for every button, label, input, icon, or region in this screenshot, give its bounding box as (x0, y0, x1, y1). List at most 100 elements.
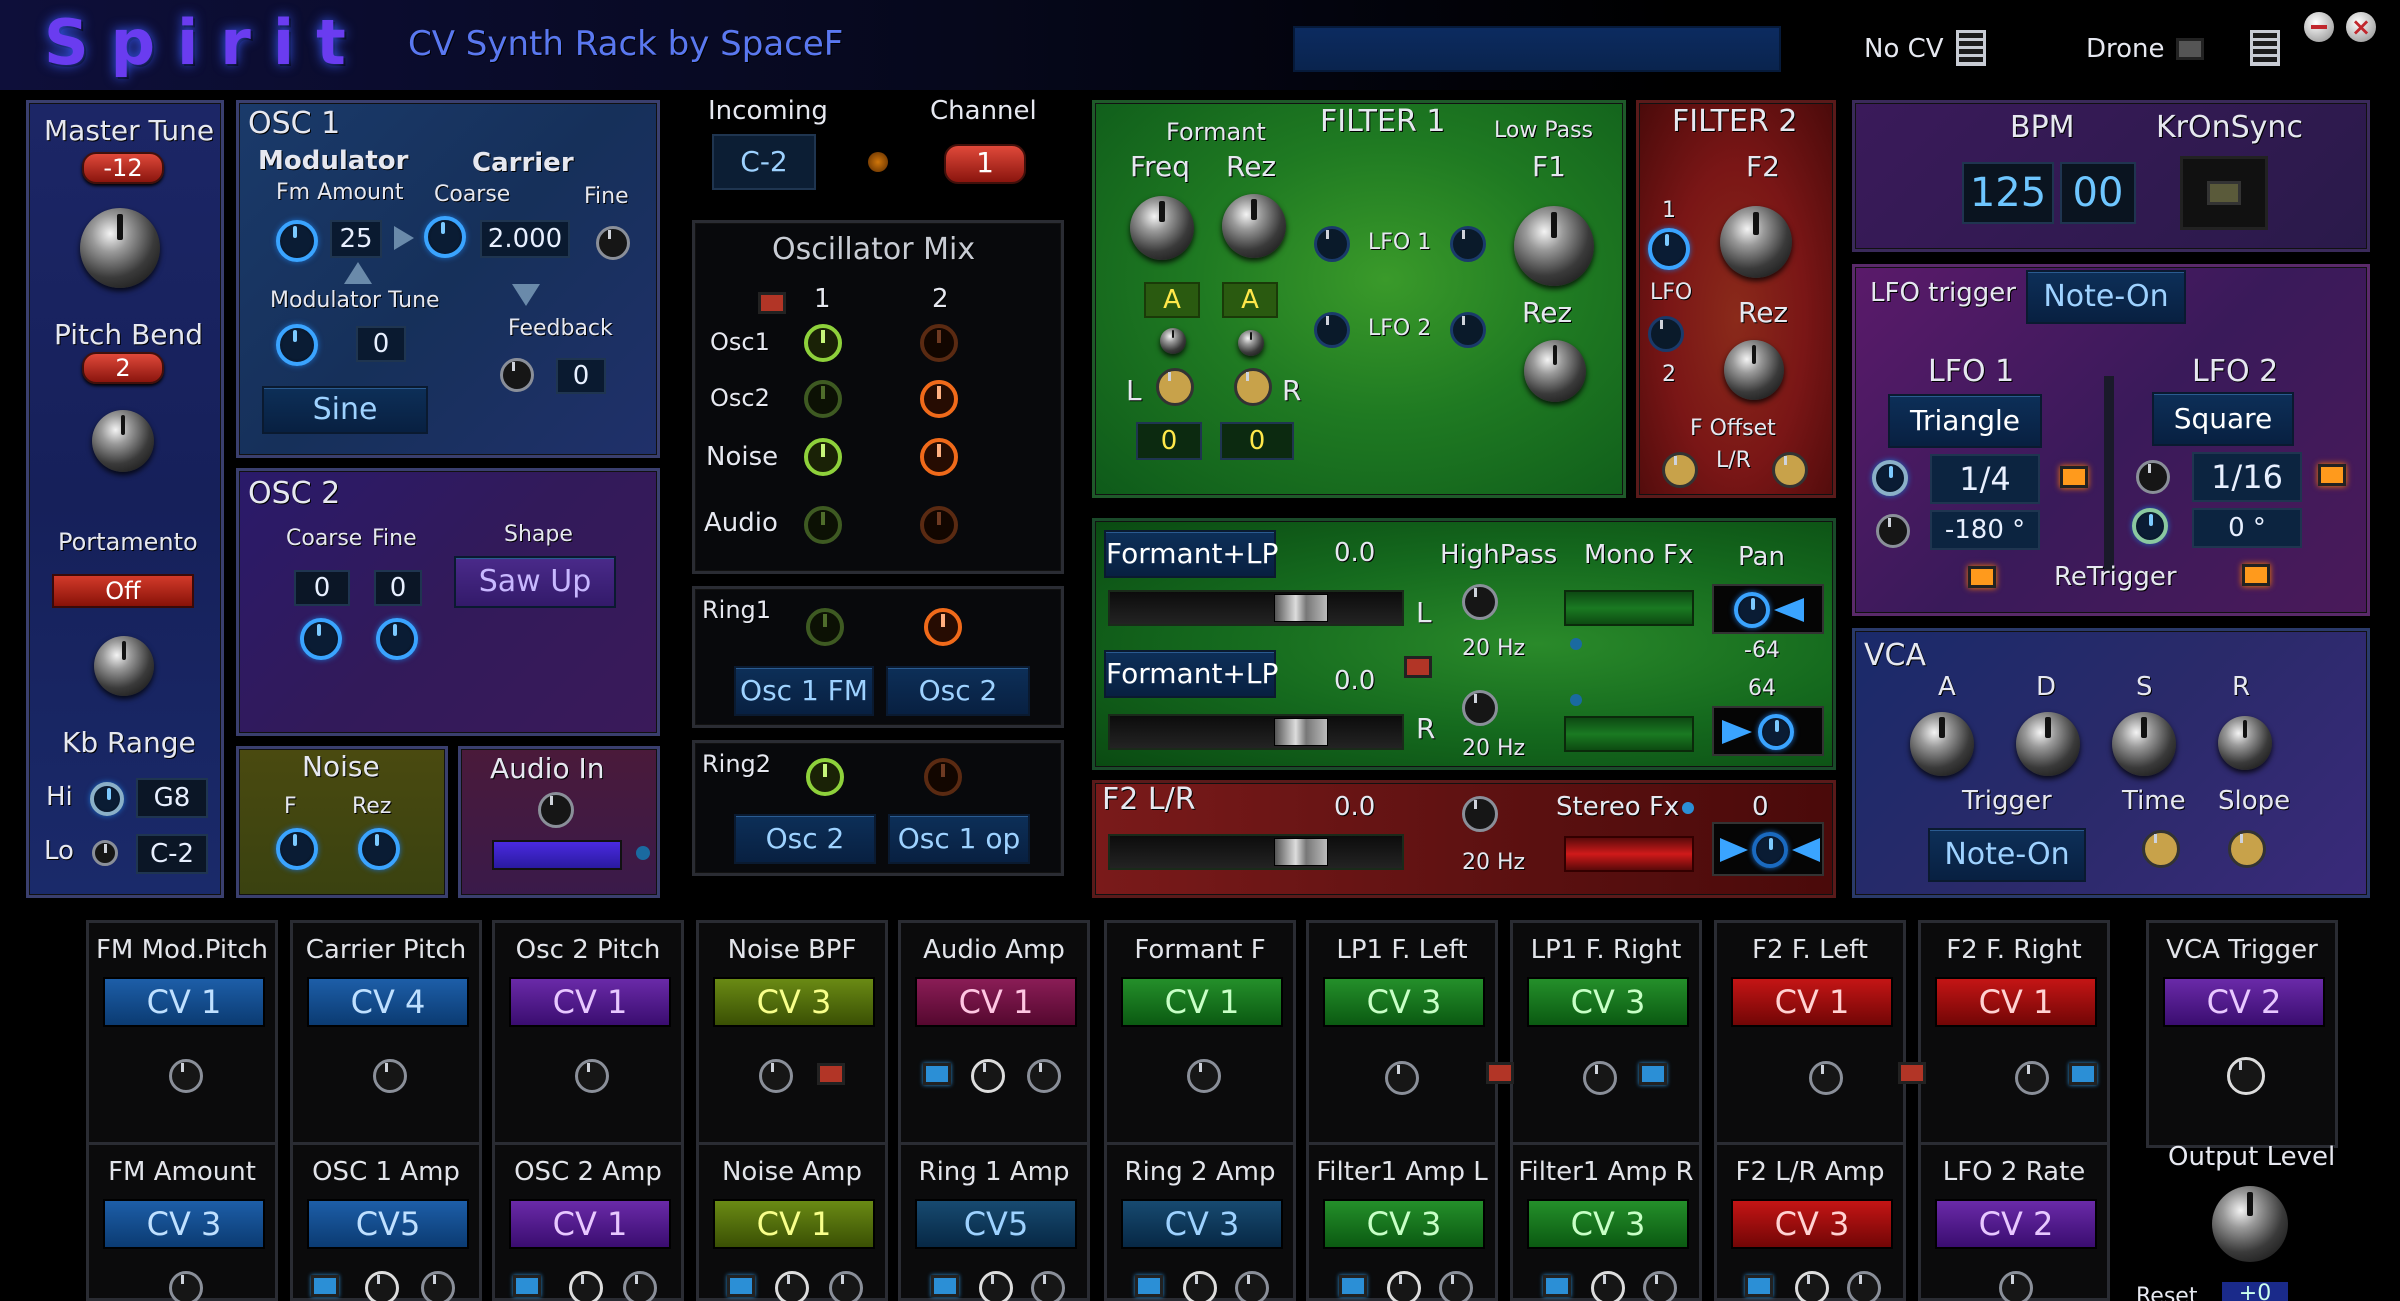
vca-time-knob[interactable] (2142, 830, 2180, 868)
drone-toggle[interactable] (2176, 38, 2204, 60)
cv-offset-knob[interactable] (1235, 1271, 1269, 1301)
audio-mix1-knob[interactable] (804, 506, 842, 544)
lfo2-retrigger-led[interactable] (2242, 564, 2270, 586)
cv-offset-knob[interactable] (829, 1271, 863, 1301)
portamento-knob[interactable] (94, 636, 154, 696)
osc1-mix1-knob[interactable] (804, 324, 842, 362)
cv-select-button[interactable]: CV5 (915, 1199, 1077, 1249)
kb-hi-knob[interactable] (90, 782, 124, 816)
cv-select-button[interactable]: CV 1 (1121, 977, 1283, 1027)
f2-offset-l-knob[interactable] (1662, 452, 1698, 488)
cv-offset-knob[interactable] (1643, 1271, 1677, 1301)
mix-row2-thumb[interactable] (1274, 718, 1328, 746)
cv-offset-knob[interactable] (1439, 1271, 1473, 1301)
cv-amount-knob[interactable] (775, 1271, 809, 1301)
cv-amount-knob[interactable] (169, 1271, 203, 1301)
osc2-shape-button[interactable]: Saw Up (454, 556, 616, 608)
lfo1-sync-led[interactable] (2060, 466, 2088, 488)
cv-toggle[interactable] (513, 1275, 541, 1297)
lfo1-retrigger-led[interactable] (1968, 566, 1996, 588)
cv-amount-knob[interactable] (1387, 1271, 1421, 1301)
hp2-knob[interactable] (1462, 690, 1498, 726)
kb-hi-value[interactable]: G8 (136, 778, 208, 818)
mix-row3-slider[interactable] (1108, 834, 1404, 870)
f2-lfo1-knob[interactable] (1648, 228, 1690, 270)
lfo1-phase-knob[interactable] (1876, 514, 1910, 548)
f1-lfo2-out-knob[interactable] (1450, 312, 1486, 348)
lfo2-rate-knob[interactable] (2136, 460, 2170, 494)
cv-amount-knob[interactable] (1183, 1271, 1217, 1301)
kb-lo-value[interactable]: C-2 (136, 834, 208, 874)
no-cv-doc-icon[interactable] (1956, 30, 1986, 66)
ring1-knob1[interactable] (806, 608, 844, 646)
mix-row3-thumb[interactable] (1274, 838, 1328, 866)
lfo2-phase-knob[interactable] (2132, 508, 2168, 544)
osc2-coarse-value[interactable]: 0 (294, 570, 350, 606)
lfo-trigger-button[interactable]: Note-On (2026, 270, 2186, 324)
cv-amount-knob[interactable] (1809, 1061, 1843, 1095)
ring1-knob2[interactable] (924, 608, 962, 646)
cv-toggle[interactable] (1135, 1275, 1163, 1297)
stereo-pan-knob[interactable] (1752, 832, 1788, 868)
cv-select-button[interactable]: CV 3 (1323, 977, 1485, 1027)
ring2-src2-button[interactable]: Osc 1 op (888, 814, 1030, 864)
pitch-bend-knob[interactable] (92, 410, 154, 472)
master-tune-knob[interactable] (80, 208, 160, 288)
f1-v1[interactable]: 0 (1136, 422, 1202, 460)
menu-doc-icon[interactable] (2250, 30, 2280, 66)
cv-toggle[interactable] (931, 1275, 959, 1297)
vca-trigger-button[interactable]: Note-On (1928, 828, 2086, 882)
hp3-knob[interactable] (1462, 796, 1498, 832)
f2-rez-knob[interactable] (1724, 340, 1784, 400)
cv-select-button[interactable]: CV 1 (509, 1199, 671, 1249)
vca-slope-knob[interactable] (2228, 830, 2266, 868)
incoming-note[interactable]: C-2 (712, 134, 816, 190)
feedback-knob[interactable] (500, 358, 534, 392)
cv-select-button[interactable]: CV 1 (509, 977, 671, 1027)
formant-rez-knob[interactable] (1222, 194, 1286, 258)
osc-mix-toggle[interactable] (758, 292, 786, 314)
cv-select-button[interactable]: CV 4 (307, 977, 469, 1027)
cv-amount-knob[interactable] (2227, 1057, 2265, 1095)
f2-link-toggle[interactable] (1898, 1062, 1926, 1084)
f1-lfo2-in-knob[interactable] (1314, 312, 1350, 348)
cv-amount-knob[interactable] (569, 1271, 603, 1301)
osc2-mix1-knob[interactable] (804, 380, 842, 418)
ring2-knob1[interactable] (806, 758, 844, 796)
cv-offset-knob[interactable] (1031, 1271, 1065, 1301)
portamento-toggle[interactable]: Off (52, 574, 194, 608)
cv-amount-knob[interactable] (1385, 1061, 1419, 1095)
lfo2-rate-value[interactable]: 1/16 (2192, 452, 2302, 502)
cv-select-button[interactable]: CV 3 (713, 977, 875, 1027)
modulator-tune-knob[interactable] (276, 324, 318, 366)
mix-row1-mode[interactable]: Formant+LP (1104, 530, 1278, 578)
cv-select-button[interactable]: CV 3 (103, 1199, 265, 1249)
cv-select-button[interactable]: CV 3 (1527, 977, 1689, 1027)
f1-a1[interactable]: A (1144, 282, 1200, 318)
cv-amount-knob[interactable] (1583, 1061, 1617, 1095)
cv-amount-knob[interactable] (1591, 1271, 1625, 1301)
cv-select-button[interactable]: CV 1 (103, 977, 265, 1027)
f1-l-knob[interactable] (1156, 368, 1194, 406)
cv-select-button[interactable]: CV 3 (1527, 1199, 1689, 1249)
f2-offset-r-knob[interactable] (1772, 452, 1808, 488)
vca-d-knob[interactable] (2016, 712, 2080, 776)
osc1-mix2-knob[interactable] (920, 324, 958, 362)
cv-select-button[interactable]: CV 1 (1935, 977, 2097, 1027)
cv-amount-knob[interactable] (169, 1059, 203, 1093)
cv-select-button[interactable]: CV5 (307, 1199, 469, 1249)
close-icon[interactable]: × (2346, 12, 2376, 42)
lfo1-phase-value[interactable]: -180 ° (1930, 510, 2040, 550)
osc1-wave-button[interactable]: Sine (262, 386, 428, 434)
pan-right-knob[interactable] (1758, 714, 1794, 750)
noise-mix1-knob[interactable] (804, 438, 842, 476)
f2-lfo2-knob[interactable] (1648, 316, 1684, 352)
cv-amount-knob[interactable] (365, 1271, 399, 1301)
f1-lfo1-in-knob[interactable] (1314, 226, 1350, 262)
f1-cutoff-knob[interactable] (1514, 206, 1594, 286)
ring2-src1-button[interactable]: Osc 2 (734, 814, 876, 864)
cv-toggle[interactable] (923, 1063, 951, 1085)
channel-value[interactable]: 1 (944, 144, 1026, 184)
bpm-value-1[interactable]: 125 (1962, 162, 2054, 224)
ring1-src2-button[interactable]: Osc 2 (886, 666, 1030, 716)
